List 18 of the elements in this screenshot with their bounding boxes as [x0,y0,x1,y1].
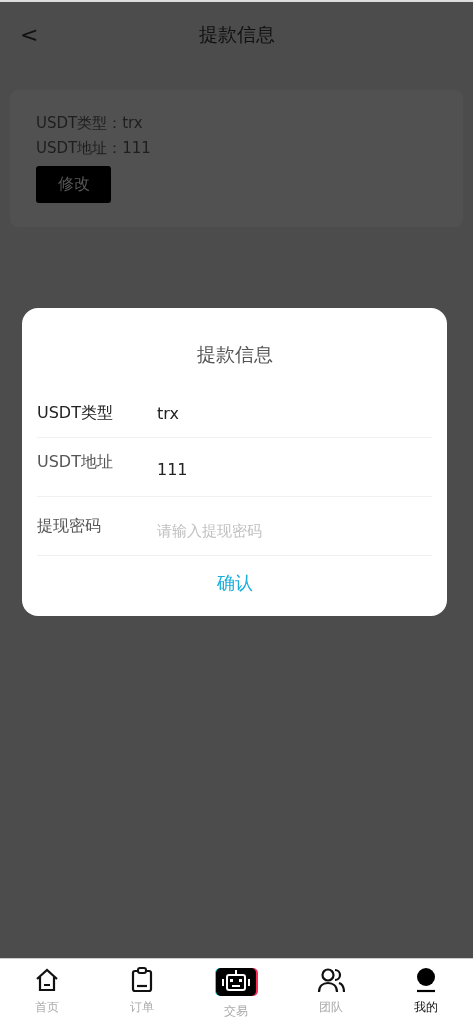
back-button[interactable]: < [20,22,39,47]
field-label: USDT地址 [37,452,114,473]
field-label: USDT类型 [37,403,114,424]
confirm-button[interactable]: 确认 [210,570,259,596]
field-label: 提现密码 [37,515,102,537]
tab-item[interactable]: 订单 [94,959,190,1024]
robot-icon [214,967,259,997]
clipboard-icon [129,967,154,993]
tab-item[interactable]: 首页 [0,959,95,1024]
tab-item[interactable]: 团队 [283,959,379,1024]
tab-item[interactable]: 我的 [378,959,473,1024]
people-icon [317,967,346,993]
dialog-title: 提款信息 [196,342,273,367]
edit-button[interactable]: 修改 [36,166,111,203]
field-value: trx [157,404,179,423]
tab-item[interactable]: 交易 [189,959,284,1024]
field-value: 111 [157,460,188,479]
page-title: 提款信息 [198,22,275,47]
